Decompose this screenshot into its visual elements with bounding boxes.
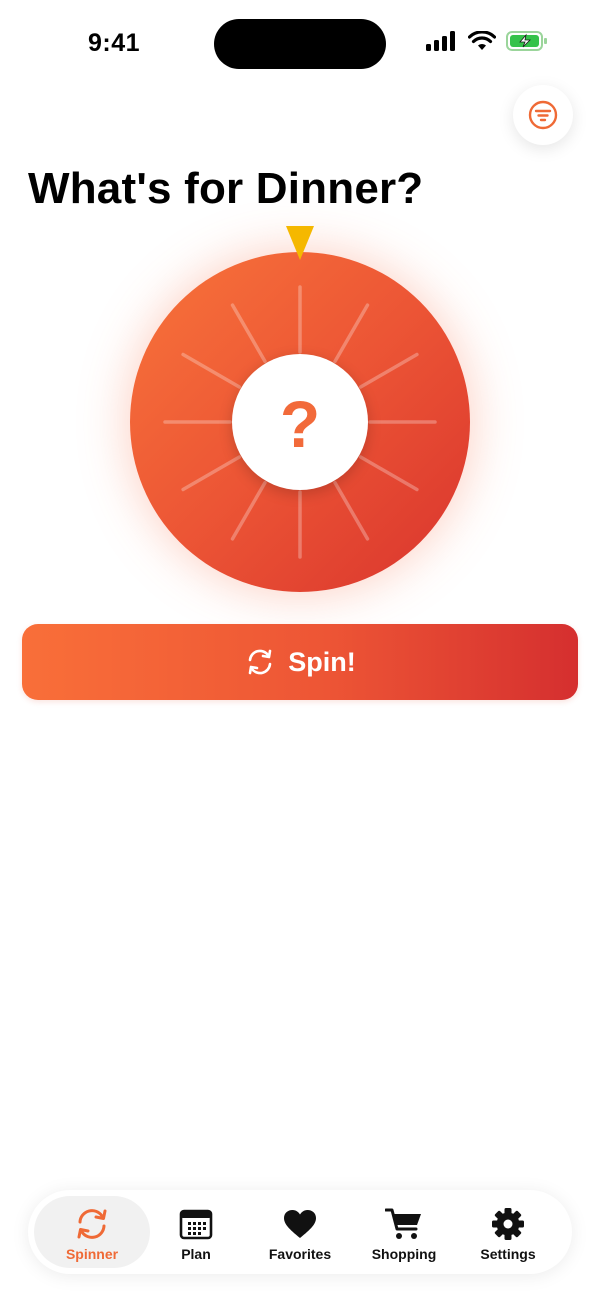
wheel-spoke bbox=[181, 455, 242, 492]
refresh-icon bbox=[248, 649, 272, 675]
tab-label: Shopping bbox=[371, 1246, 437, 1262]
wheel-pointer bbox=[286, 226, 314, 260]
wheel-center: ? bbox=[232, 354, 368, 490]
tab-label: Spinner bbox=[65, 1246, 119, 1262]
tab-settings[interactable]: Settings bbox=[454, 1196, 562, 1268]
wheel-spoke bbox=[333, 480, 370, 541]
tab-shopping[interactable]: Shopping bbox=[350, 1196, 458, 1268]
tab-label: Plan bbox=[181, 1246, 211, 1262]
wheel-spoke bbox=[333, 303, 370, 364]
status-icons bbox=[426, 30, 548, 52]
page-title: What's for Dinner? bbox=[28, 164, 424, 213]
wheel-spoke bbox=[230, 480, 267, 541]
battery-icon bbox=[506, 31, 547, 51]
spinner-screen: 9:41 What's for Dinner? ? Spin! Spinner … bbox=[0, 0, 600, 1303]
wheel-spoke bbox=[181, 352, 242, 389]
tab-label: Favorites bbox=[268, 1246, 332, 1262]
spin-button-label: Spin! bbox=[288, 646, 356, 677]
wheel-question-mark: ? bbox=[279, 387, 321, 461]
cart-icon bbox=[385, 1208, 421, 1239]
spinner-wheel[interactable]: ? bbox=[130, 252, 470, 592]
heart-icon bbox=[284, 1210, 316, 1238]
gear-icon bbox=[492, 1208, 524, 1240]
calendar-icon bbox=[179, 1209, 213, 1240]
wheel-spoke bbox=[358, 352, 419, 389]
tab-plan[interactable]: Plan bbox=[142, 1196, 250, 1268]
status-time: 9:41 bbox=[88, 29, 141, 57]
spin-button[interactable]: Spin! bbox=[22, 624, 578, 700]
filter-icon bbox=[528, 100, 558, 130]
dynamic-island bbox=[214, 19, 386, 69]
tab-spinner[interactable]: Spinner bbox=[34, 1196, 150, 1268]
tab-bar: Spinner Plan Favorites Shopping Settings bbox=[28, 1190, 572, 1274]
refresh-icon bbox=[77, 1209, 107, 1239]
wheel-spoke bbox=[358, 455, 419, 492]
cellular-signal-icon bbox=[426, 31, 455, 51]
wifi-icon bbox=[468, 31, 496, 50]
tab-favorites[interactable]: Favorites bbox=[246, 1196, 354, 1268]
tab-label: Settings bbox=[480, 1246, 536, 1262]
filter-button[interactable] bbox=[513, 85, 573, 145]
wheel-spoke bbox=[230, 303, 267, 364]
